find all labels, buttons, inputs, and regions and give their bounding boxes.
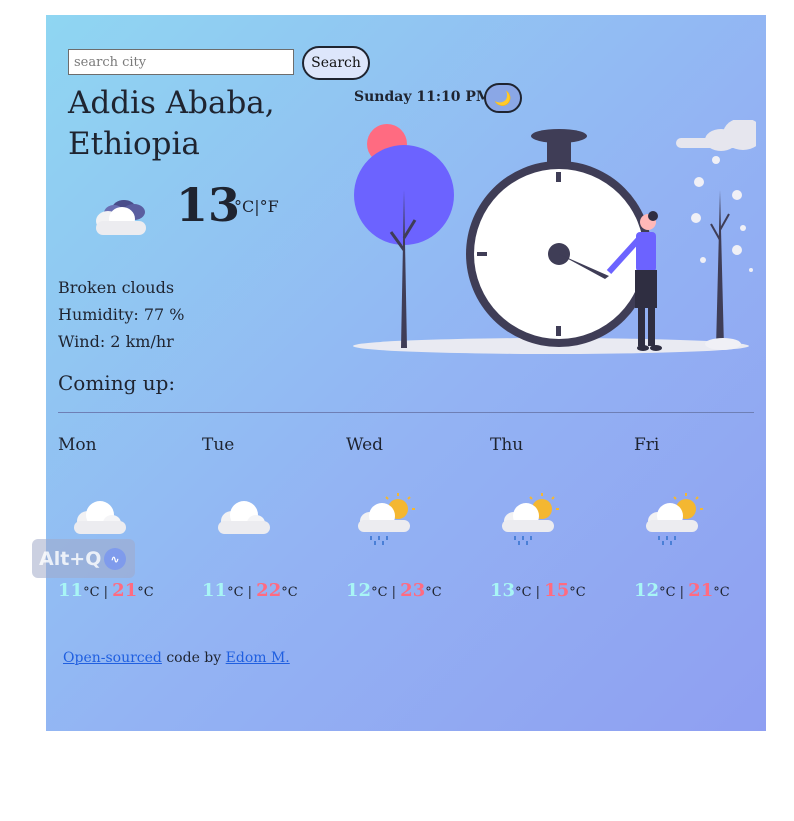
temp-unit: °C xyxy=(137,585,154,600)
broken-clouds-icon xyxy=(96,200,146,235)
footer-text: code by xyxy=(161,650,226,666)
temp-unit: °C xyxy=(659,585,676,600)
celsius-link[interactable]: °C xyxy=(234,197,254,216)
temp-separator: | xyxy=(675,585,689,600)
forecast-day: Thu 13°C | 15°C xyxy=(490,435,620,601)
forecast-temps: 12°C | 23°C xyxy=(346,580,442,601)
forecast-heading: Coming up: xyxy=(58,371,176,395)
temp-unit: °C xyxy=(569,585,586,600)
temp-separator: | xyxy=(531,585,545,600)
current-temperature: 13 xyxy=(176,178,241,232)
forecast-day-name: Wed xyxy=(346,435,384,455)
theme-toggle-button[interactable]: 🌙 xyxy=(484,83,522,113)
forecast-day: Mon 11°C | 21°C xyxy=(58,435,188,601)
moon-icon: 🌙 xyxy=(494,89,512,106)
search-button[interactable]: Search xyxy=(302,46,370,80)
temp-unit: °C xyxy=(83,585,100,600)
alt-q-label: Alt+Q xyxy=(39,547,102,570)
temp-unit: °C xyxy=(515,585,532,600)
city-name: Addis Ababa, Ethiopia xyxy=(68,83,328,165)
forecast-day: Fri 12°C | 21°C xyxy=(634,435,764,601)
forecast-temps: 12°C | 21°C xyxy=(634,580,730,601)
temp-unit: °C xyxy=(281,585,298,600)
clock-illustration xyxy=(353,120,756,354)
temp-separator: | xyxy=(387,585,401,600)
min-temp: 13 xyxy=(490,580,516,601)
min-temp: 11 xyxy=(58,580,84,601)
wind-text: Wind: 2 km/hr xyxy=(58,332,174,351)
author-link[interactable]: Edom M. xyxy=(226,650,290,666)
waveform-icon: ∿ xyxy=(104,548,126,570)
max-temp: 22 xyxy=(256,580,282,601)
fahrenheit-link[interactable]: °F xyxy=(260,197,279,216)
min-temp: 12 xyxy=(346,580,372,601)
forecast-day-name: Mon xyxy=(58,435,97,455)
weather-description: Broken clouds xyxy=(58,278,175,297)
max-temp: 21 xyxy=(112,580,138,601)
date-time: Sunday 11:10 PM xyxy=(354,89,492,105)
sun-cloud-rain-icon xyxy=(502,493,559,545)
temp-unit: °C xyxy=(425,585,442,600)
weather-details: Broken clouds Humidity: 77 % Wind: 2 km/… xyxy=(58,274,185,355)
min-temp: 12 xyxy=(634,580,660,601)
forecast-day-name: Fri xyxy=(634,435,660,455)
weather-app-card: Search Addis Ababa, Ethiopia Sunday 11:1… xyxy=(46,15,766,731)
alt-q-overlay[interactable]: Alt+Q ∿ xyxy=(32,539,135,578)
open-source-link[interactable]: Open-sourced xyxy=(63,650,162,666)
unit-toggle: °C|°F xyxy=(234,197,279,216)
sun-cloud-rain-icon xyxy=(358,493,415,545)
temp-unit: °C xyxy=(227,585,244,600)
sun-cloud-rain-icon xyxy=(646,493,703,545)
max-temp: 23 xyxy=(400,580,426,601)
cloud-icon xyxy=(218,501,270,534)
cloud-icon xyxy=(74,501,126,534)
forecast-day: Tue 11°C | 22°C xyxy=(202,435,332,601)
forecast-day-name: Thu xyxy=(490,435,524,455)
country-line: Ethiopia xyxy=(68,126,200,162)
temp-separator: | xyxy=(243,585,257,600)
divider xyxy=(58,412,754,413)
forecast-temps: 11°C | 21°C xyxy=(58,580,154,601)
city-line: Addis Ababa, xyxy=(68,85,275,121)
forecast-temps: 13°C | 15°C xyxy=(490,580,586,601)
max-temp: 21 xyxy=(688,580,714,601)
humidity-text: Humidity: 77 % xyxy=(58,305,185,324)
footer: Open-sourced code by Edom M. xyxy=(63,650,290,666)
max-temp: 15 xyxy=(544,580,570,601)
temp-separator: | xyxy=(99,585,113,600)
forecast-day-name: Tue xyxy=(202,435,235,455)
temp-unit: °C xyxy=(713,585,730,600)
min-temp: 11 xyxy=(202,580,228,601)
forecast-day: Wed 12°C | 23°C xyxy=(346,435,476,601)
temp-unit: °C xyxy=(371,585,388,600)
forecast-temps: 11°C | 22°C xyxy=(202,580,298,601)
search-input[interactable] xyxy=(68,49,294,75)
